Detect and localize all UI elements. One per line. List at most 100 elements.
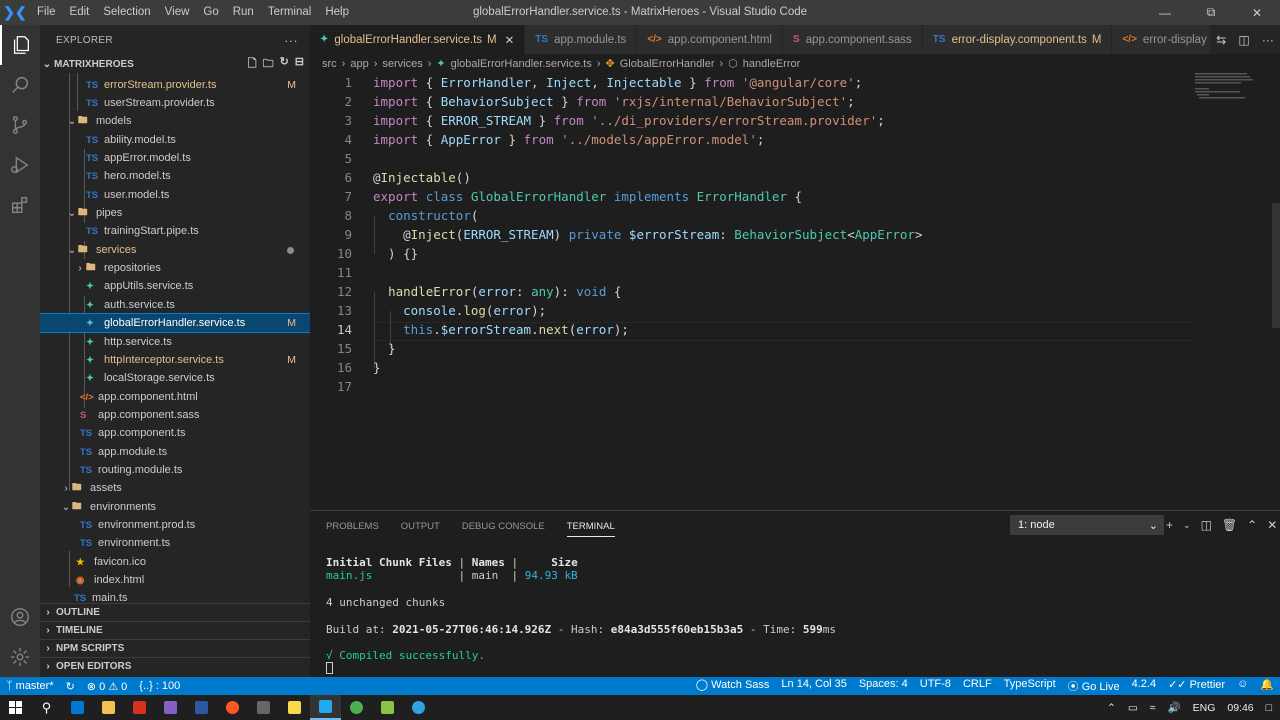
menu-selection[interactable]: Selection bbox=[96, 0, 157, 25]
tree-item[interactable]: TS user.model.ts bbox=[40, 186, 310, 204]
tab-app-module[interactable]: TS app.module.ts bbox=[525, 25, 638, 54]
close-panel-icon[interactable]: ✕ bbox=[1267, 518, 1277, 532]
tree-item[interactable]: TS app.component.ts bbox=[40, 424, 310, 442]
breadcrumb-item[interactable]: globalErrorHandler.service.ts bbox=[451, 58, 592, 70]
tree-item[interactable]: TS hero.model.ts bbox=[40, 167, 310, 185]
mail-icon[interactable] bbox=[62, 695, 93, 720]
new-file-icon[interactable]: 🗋 bbox=[248, 55, 257, 74]
breadcrumb-item[interactable]: handleError bbox=[743, 58, 800, 70]
tree-item[interactable]: ✦ httpInterceptor.service.ts M bbox=[40, 351, 310, 369]
tree-item[interactable]: ◉ index.html bbox=[40, 571, 310, 589]
search-icon[interactable] bbox=[0, 65, 40, 105]
run-debug-icon[interactable] bbox=[0, 145, 40, 185]
tree-item[interactable]: TS app.module.ts bbox=[40, 443, 310, 461]
tree-folder[interactable]: › 🖿 assets bbox=[40, 479, 310, 497]
menu-edit[interactable]: Edit bbox=[63, 0, 97, 25]
tree-item[interactable]: TS errorStream.provider.ts M bbox=[40, 76, 310, 94]
scrollbar[interactable] bbox=[1272, 203, 1280, 328]
visual-studio-icon[interactable] bbox=[155, 695, 186, 720]
menu-terminal[interactable]: Terminal bbox=[261, 0, 318, 25]
tree-item[interactable]: TS ability.model.ts bbox=[40, 131, 310, 149]
feedback-icon[interactable]: ☺ bbox=[1231, 678, 1254, 694]
breadcrumb-item[interactable]: GlobalErrorHandler bbox=[620, 58, 715, 70]
tree-item[interactable]: ✦ appUtils.service.ts bbox=[40, 277, 310, 295]
watch-sass-button[interactable]: ◯ Watch Sass bbox=[690, 678, 776, 694]
source-control-icon[interactable] bbox=[0, 105, 40, 145]
tab-output[interactable]: OUTPUT bbox=[401, 521, 440, 532]
tree-item[interactable]: TS appError.model.ts bbox=[40, 149, 310, 167]
problems-status[interactable]: ⊗ 0 ⚠ 0 bbox=[81, 680, 134, 693]
tab-terminal[interactable]: TERMINAL bbox=[566, 516, 615, 537]
clock[interactable]: 09:46 bbox=[1227, 702, 1253, 714]
settings-gear-icon[interactable] bbox=[0, 637, 40, 677]
split-terminal-icon[interactable]: ◫ bbox=[1201, 518, 1212, 532]
volume-icon[interactable]: 🔊 bbox=[1168, 701, 1181, 714]
ts-version[interactable]: 4.2.4 bbox=[1126, 678, 1162, 694]
tree-item[interactable]: TS environment.ts bbox=[40, 534, 310, 552]
telegram-icon[interactable] bbox=[403, 695, 434, 720]
sync-icon[interactable]: ↻ bbox=[60, 680, 81, 693]
tree-item[interactable]: ✦ auth.service.ts bbox=[40, 296, 310, 314]
menu-go[interactable]: Go bbox=[196, 0, 225, 25]
minimap[interactable] bbox=[1195, 73, 1275, 103]
calculator-icon[interactable] bbox=[248, 695, 279, 720]
app-orange-icon[interactable] bbox=[217, 695, 248, 720]
vscode-taskbar-icon[interactable] bbox=[310, 695, 341, 720]
maximize-panel-icon[interactable]: ⌃ bbox=[1247, 518, 1257, 532]
timeline-section[interactable]: › TIMELINE bbox=[40, 621, 310, 639]
menu-run[interactable]: Run bbox=[226, 0, 261, 25]
sticky-notes-icon[interactable] bbox=[279, 695, 310, 720]
notifications-bell-icon[interactable]: 🔔 bbox=[1254, 678, 1280, 694]
tray-chevron-up-icon[interactable]: ⌃ bbox=[1107, 702, 1116, 714]
tree-item[interactable]: ✦ http.service.ts bbox=[40, 333, 310, 351]
new-terminal-icon[interactable]: + bbox=[1166, 518, 1173, 532]
powershell-icon[interactable] bbox=[186, 695, 217, 720]
language-mode[interactable]: TypeScript bbox=[998, 678, 1062, 694]
minimize-icon[interactable]: — bbox=[1142, 0, 1188, 25]
npm-scripts-section[interactable]: › NPM SCRIPTS bbox=[40, 639, 310, 657]
chrome-icon[interactable] bbox=[341, 695, 372, 720]
tree-item[interactable]: ✦ localStorage.service.ts bbox=[40, 369, 310, 387]
windows-start-icon[interactable] bbox=[0, 695, 31, 720]
tree-folder[interactable]: › 🖿 repositories bbox=[40, 259, 310, 277]
trash-icon[interactable]: 🗑 bbox=[1222, 518, 1237, 532]
wifi-icon[interactable]: ≈ bbox=[1150, 702, 1156, 714]
new-folder-icon[interactable]: 🗀 bbox=[263, 55, 274, 74]
close-tab-icon[interactable]: ✕ bbox=[505, 33, 515, 47]
line-endings[interactable]: CRLF bbox=[957, 678, 998, 694]
extensions-icon[interactable] bbox=[0, 185, 40, 225]
tab-debug-console[interactable]: DEBUG CONSOLE bbox=[462, 521, 545, 532]
notepad-icon[interactable] bbox=[372, 695, 403, 720]
tab-global-error-handler[interactable]: ✦ globalErrorHandler.service.ts M ✕ bbox=[310, 25, 526, 54]
breadcrumb-item[interactable]: app bbox=[350, 58, 368, 70]
battery-icon[interactable]: ▭ bbox=[1128, 702, 1138, 714]
file-explorer-icon[interactable] bbox=[93, 695, 124, 720]
tab-problems[interactable]: PROBLEMS bbox=[326, 521, 379, 532]
prettier-status[interactable]: ✓✓ Prettier bbox=[1162, 678, 1231, 694]
explorer-icon[interactable] bbox=[0, 25, 40, 65]
tree-folder[interactable]: ⌄ 🖿 services bbox=[40, 241, 310, 259]
accounts-icon[interactable] bbox=[0, 597, 40, 637]
cursor-position[interactable]: Ln 14, Col 35 bbox=[775, 678, 852, 694]
refresh-icon[interactable]: ↻ bbox=[280, 55, 289, 74]
split-editor-icon[interactable]: ◫ bbox=[1238, 33, 1249, 47]
tab-error-display[interactable]: </> error-display bbox=[1112, 25, 1218, 54]
breadcrumb-item[interactable]: src bbox=[322, 58, 337, 70]
restore-icon[interactable]: ⧉ bbox=[1188, 0, 1234, 25]
menu-view[interactable]: View bbox=[158, 0, 197, 25]
tree-item[interactable]: TS userStream.provider.ts bbox=[40, 94, 310, 112]
go-live-button[interactable]: ⦿ Go Live bbox=[1062, 678, 1126, 694]
project-header[interactable]: ⌄ MATRIXHEROES 🗋 🗀 ↻ ⊟ bbox=[40, 55, 310, 73]
search-icon[interactable]: ⚲ bbox=[31, 695, 62, 720]
compare-icon[interactable]: ⇆ bbox=[1216, 33, 1226, 47]
terminal-select[interactable]: 1: node ⌄ bbox=[1010, 515, 1164, 535]
acrobat-icon[interactable] bbox=[124, 695, 155, 720]
breadcrumb-item[interactable]: services bbox=[382, 58, 422, 70]
tree-item[interactable]: Sapp.component.sass bbox=[40, 406, 310, 424]
menu-help[interactable]: Help bbox=[318, 0, 356, 25]
close-window-icon[interactable]: ✕ bbox=[1234, 0, 1280, 25]
tree-item-selected[interactable]: ✦ globalErrorHandler.service.ts M bbox=[40, 312, 310, 334]
language-indicator[interactable]: ENG bbox=[1193, 702, 1216, 714]
tree-item[interactable]: </> app.component.html bbox=[40, 388, 310, 406]
menu-file[interactable]: File bbox=[30, 0, 63, 25]
